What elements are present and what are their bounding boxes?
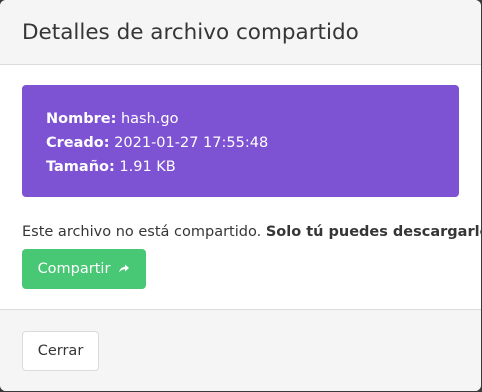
file-size-row: Tamaño: 1.91 KB	[46, 155, 435, 179]
file-size-value: 1.91 KB	[119, 159, 176, 175]
modal-footer: Cerrar	[0, 309, 481, 391]
close-button[interactable]: Cerrar	[22, 331, 99, 371]
file-created-label: Creado:	[46, 135, 110, 151]
share-status-normal: Este archivo no está compartido.	[22, 224, 262, 240]
share-status-bold: Solo tú puedes descargarlo	[265, 224, 481, 240]
modal-header: Detalles de archivo compartido	[0, 0, 481, 65]
file-created-row: Creado: 2021-01-27 17:55:48	[46, 131, 435, 155]
share-button[interactable]: Compartir	[22, 249, 146, 289]
file-name-value: hash.go	[120, 111, 179, 127]
file-size-label: Tamaño:	[46, 159, 115, 175]
modal-title: Detalles de archivo compartido	[22, 19, 359, 45]
file-name-label: Nombre:	[46, 111, 117, 127]
modal-body: Nombre: hash.go Creado: 2021-01-27 17:55…	[0, 65, 481, 309]
file-details-modal: Detalles de archivo compartido Nombre: h…	[0, 0, 481, 391]
share-button-label: Compartir	[37, 261, 111, 277]
share-status-text: Este archivo no está compartido. Solo tú…	[22, 224, 481, 240]
file-created-value: 2021-01-27 17:55:48	[114, 135, 269, 151]
file-name-row: Nombre: hash.go	[46, 107, 435, 131]
file-info-box: Nombre: hash.go Creado: 2021-01-27 17:55…	[22, 85, 459, 197]
share-arrow-icon	[118, 263, 130, 275]
